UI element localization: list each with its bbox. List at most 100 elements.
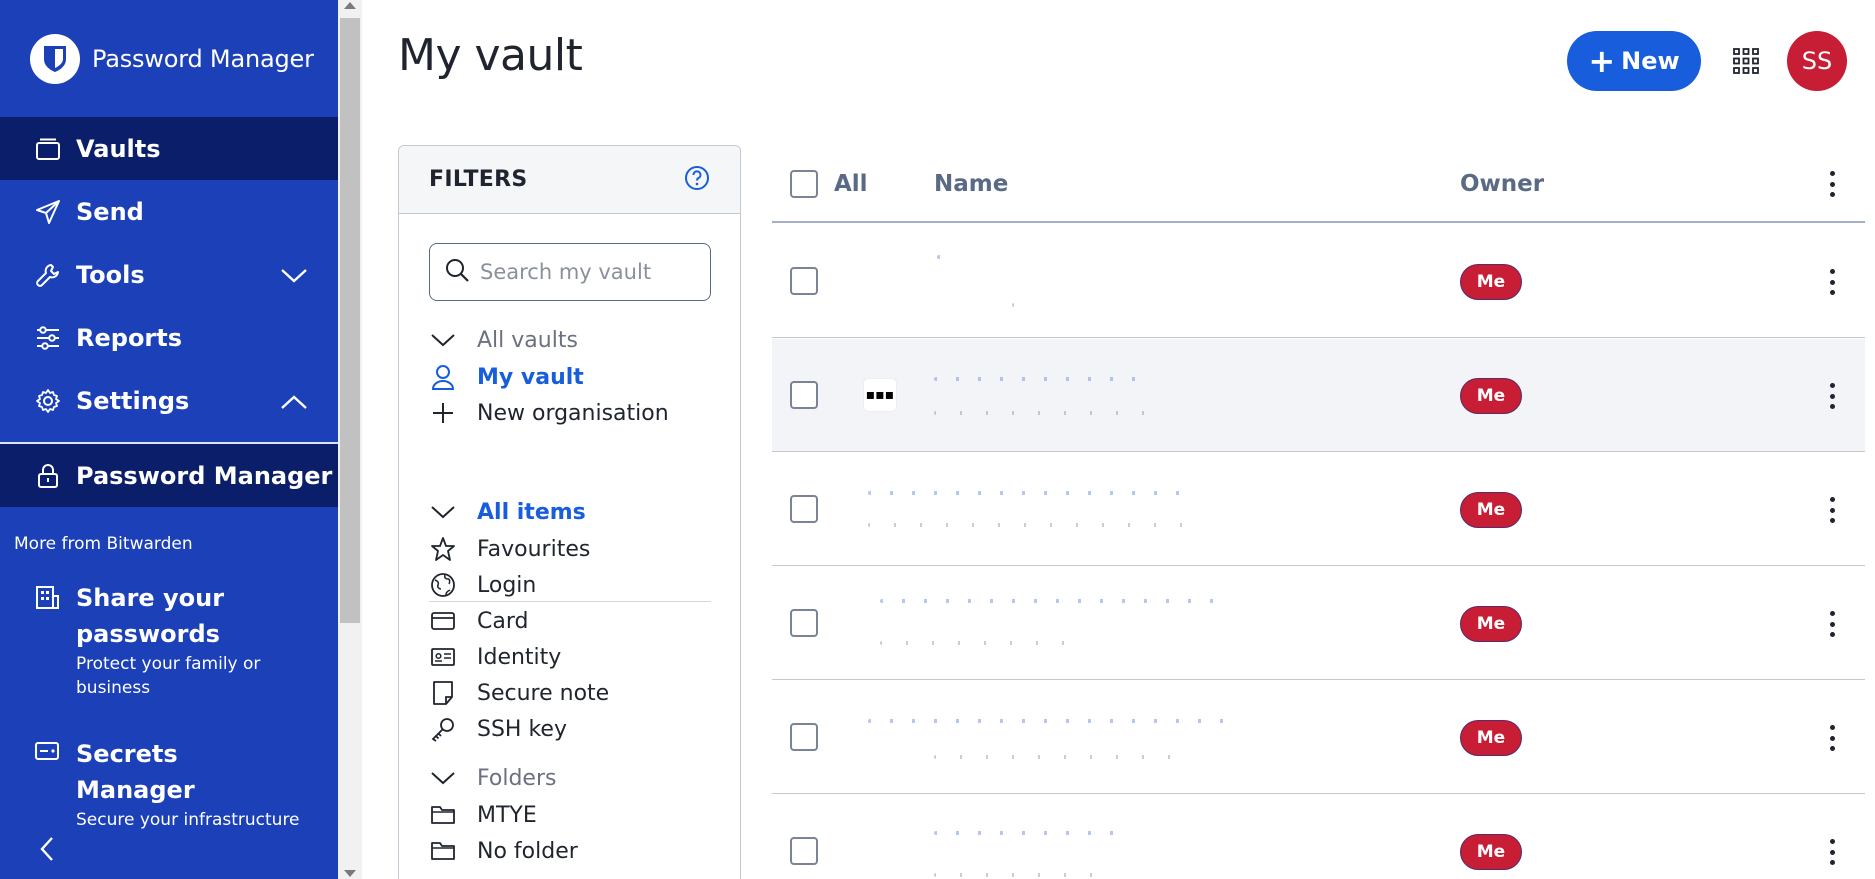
scroll-down-arrow[interactable]: [344, 870, 356, 877]
item-name-redacted[interactable]: [868, 491, 1188, 495]
row-options-menu[interactable]: [1827, 497, 1837, 523]
column-name[interactable]: Name: [934, 171, 1008, 197]
row-checkbox[interactable]: [790, 609, 818, 637]
page-title: My vault: [398, 30, 583, 81]
product-label: Password Manager: [76, 461, 333, 490]
avatar[interactable]: SS: [1787, 31, 1847, 91]
table-row[interactable]: Me: [772, 795, 1865, 879]
search-icon: [444, 257, 470, 287]
table-options-menu[interactable]: [1827, 171, 1837, 197]
product-password-manager[interactable]: Password Manager: [0, 444, 338, 507]
row-options-menu[interactable]: [1827, 839, 1837, 865]
vault-table: All Name Owner Me ▪▪▪ Me Me Me Me Me: [772, 145, 1865, 877]
row-checkbox[interactable]: [790, 495, 818, 523]
promo-desc: Secure your infrastructure: [76, 810, 300, 830]
brand[interactable]: Password Manager: [30, 34, 314, 84]
column-owner[interactable]: Owner: [1460, 171, 1544, 197]
promo-title: Secrets Manager: [76, 740, 195, 804]
row-checkbox[interactable]: [790, 837, 818, 865]
app-grid-icon[interactable]: [1733, 48, 1759, 74]
filter-folder-mtye[interactable]: MTYE: [429, 801, 537, 829]
nav-settings[interactable]: Settings: [0, 369, 338, 432]
table-row[interactable]: Me: [772, 225, 1865, 338]
item-subtitle-redacted: [1012, 303, 1022, 307]
plus-icon: [429, 399, 457, 427]
filter-secure-note[interactable]: Secure note: [429, 679, 609, 707]
note-icon: [429, 679, 457, 707]
search-field[interactable]: [429, 243, 711, 301]
filter-label: My vault: [477, 364, 584, 390]
nav-reports-label: Reports: [76, 323, 183, 352]
promo-desc: Protect your family or business: [76, 654, 261, 698]
filter-ssh-key[interactable]: SSH key: [429, 715, 567, 743]
filter-my-vault[interactable]: My vault: [429, 363, 584, 391]
filters-panel: FILTERS All vaults My vault New organisa…: [398, 145, 741, 879]
key-icon: [429, 715, 457, 743]
owner-badge: Me: [1460, 834, 1522, 870]
filters-header: FILTERS: [399, 146, 740, 214]
scroll-thumb[interactable]: [340, 18, 360, 623]
nav-reports[interactable]: Reports: [0, 306, 338, 369]
row-options-menu[interactable]: [1827, 383, 1837, 409]
nav-vaults[interactable]: Vaults: [0, 117, 338, 180]
chevron-down-icon[interactable]: [429, 764, 457, 792]
item-favicon: ▪▪▪: [864, 379, 896, 411]
item-name-redacted[interactable]: [868, 719, 1238, 723]
nav-send[interactable]: Send: [0, 180, 338, 243]
server-icon: [34, 736, 62, 832]
chevron-down-icon[interactable]: [280, 263, 308, 291]
table-row[interactable]: ▪▪▪ Me: [772, 339, 1865, 452]
filter-card[interactable]: Card: [429, 607, 528, 635]
filter-folders[interactable]: Folders: [429, 764, 556, 792]
paper-plane-icon: [34, 198, 62, 226]
new-button[interactable]: + New: [1567, 31, 1701, 91]
nav-tools[interactable]: Tools: [0, 243, 338, 306]
table-row[interactable]: Me: [772, 453, 1865, 566]
chevron-left-icon[interactable]: [38, 835, 56, 867]
lock-icon: [34, 462, 62, 490]
wrench-icon: [34, 261, 62, 289]
row-options-menu[interactable]: [1827, 725, 1837, 751]
help-circle-icon[interactable]: [684, 165, 710, 195]
filter-no-folder[interactable]: No folder: [429, 837, 578, 865]
id-card-icon: [429, 643, 457, 671]
filter-label: MTYE: [477, 802, 537, 828]
filter-all-vaults[interactable]: All vaults: [429, 326, 578, 354]
chevron-up-icon[interactable]: [280, 389, 308, 417]
filters-title: FILTERS: [429, 167, 528, 192]
search-input[interactable]: [480, 260, 700, 284]
chevron-down-icon[interactable]: [429, 498, 457, 526]
promo-share-passwords[interactable]: Share your passwords Protect your family…: [34, 580, 296, 700]
item-name-redacted[interactable]: [934, 831, 1124, 835]
filter-login[interactable]: Login: [429, 571, 536, 599]
more-from-label: More from Bitwarden: [14, 534, 193, 554]
filter-label: New organisation: [477, 400, 669, 426]
table-header: All Name Owner: [772, 145, 1865, 223]
credit-card-icon: [429, 607, 457, 635]
scroll-up-arrow[interactable]: [344, 2, 356, 9]
filter-new-organisation[interactable]: New organisation: [429, 399, 669, 427]
row-checkbox[interactable]: [790, 267, 818, 295]
row-options-menu[interactable]: [1827, 611, 1837, 637]
item-name-redacted[interactable]: [880, 599, 1220, 603]
filter-all-items[interactable]: All items: [429, 498, 586, 526]
owner-badge: Me: [1460, 378, 1522, 414]
row-checkbox[interactable]: [790, 723, 818, 751]
table-row[interactable]: Me: [772, 681, 1865, 794]
filter-identity[interactable]: Identity: [429, 643, 561, 671]
filter-favourites[interactable]: Favourites: [429, 535, 590, 563]
star-icon: [429, 535, 457, 563]
row-checkbox[interactable]: [790, 381, 818, 409]
filter-label: No folder: [477, 838, 578, 864]
chevron-down-icon[interactable]: [429, 326, 457, 354]
promo-secrets-manager[interactable]: Secrets Manager Secure your infrastructu…: [34, 736, 316, 832]
filter-label: Favourites: [477, 536, 591, 562]
filter-label: Card: [477, 608, 529, 634]
filter-label: Identity: [477, 644, 562, 670]
item-name-redacted[interactable]: [934, 377, 1144, 381]
row-options-menu[interactable]: [1827, 269, 1837, 295]
item-name-redacted[interactable]: [937, 255, 947, 259]
sidebar-scrollbar[interactable]: [338, 0, 362, 879]
table-row[interactable]: Me: [772, 567, 1865, 680]
select-all-checkbox[interactable]: [790, 170, 818, 198]
